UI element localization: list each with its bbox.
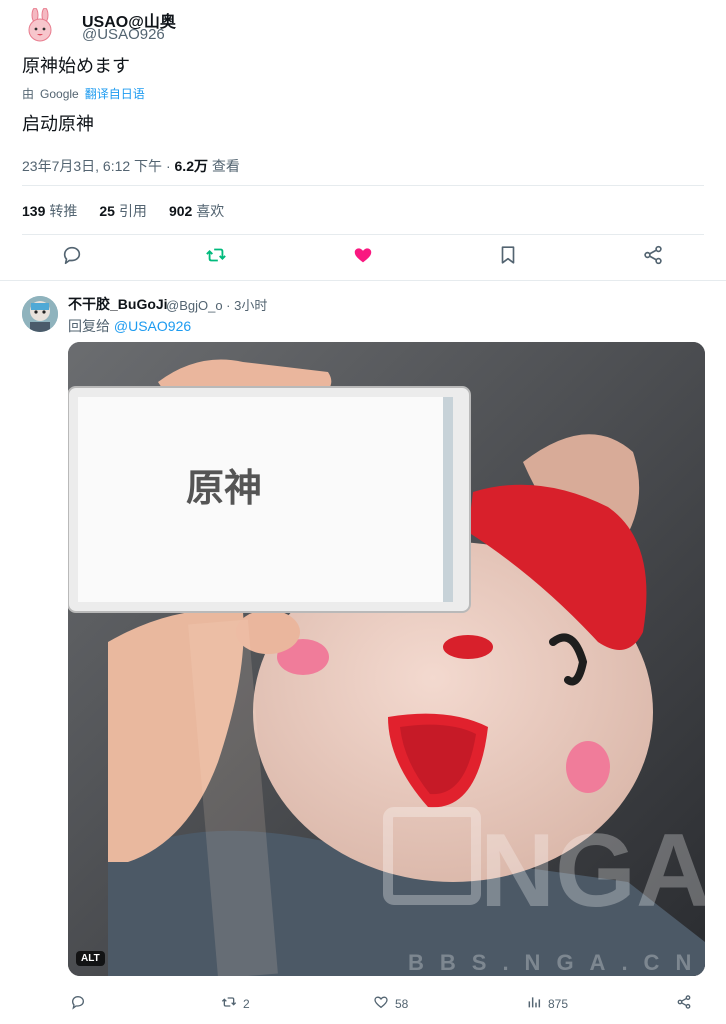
google-logo: Google [40, 87, 79, 101]
tweet-action-bar [0, 244, 726, 270]
likes-stat[interactable]: 902 喜欢 [169, 201, 224, 221]
heart-icon [373, 994, 389, 1013]
retweet-icon[interactable] [205, 244, 227, 266]
heart-icon[interactable] [352, 244, 374, 266]
user-handle[interactable]: @USAO926 [82, 26, 165, 43]
reply-icon [70, 994, 86, 1013]
translation-attribution: 由 Google 翻译自日语 [22, 85, 145, 102]
retweet-icon [221, 994, 237, 1013]
reply-display-name[interactable]: 不干胶_BuGoJi [68, 294, 168, 314]
timestamp[interactable]: 23年7月3日, 6:12 下午 · [22, 158, 175, 174]
translated-from-link[interactable]: 翻译自日语 [85, 85, 145, 102]
translate-by-label: 由 [22, 87, 35, 101]
avatar[interactable] [22, 296, 58, 332]
quotes-count: 25 [99, 203, 115, 219]
share-icon[interactable] [642, 244, 664, 266]
share-button[interactable] [676, 994, 692, 1013]
views-label: 查看 [207, 158, 240, 174]
translated-text: 启动原神 [22, 114, 94, 134]
retweets-stat[interactable]: 139 转推 [22, 201, 77, 221]
phone-screen-logo: 原神 [186, 468, 263, 510]
likes-count: 902 [168, 203, 193, 219]
like-count: 58 [395, 996, 409, 1011]
alt-badge[interactable]: ALT [76, 951, 105, 966]
google-brand-text: Google [40, 86, 79, 101]
retweets-label: 转推 [49, 203, 78, 219]
watermark-logo: NGA [480, 813, 705, 929]
reply-handle[interactable]: @BgjO_o · 3小时 [166, 295, 267, 314]
replying-to: 回复给 @USAO926 [68, 316, 191, 336]
quotes-stat[interactable]: 25 引用 [99, 201, 147, 221]
divider [22, 185, 704, 186]
reply-button[interactable] [70, 994, 86, 1013]
retweet-count: 2 [243, 996, 250, 1011]
reply-photo[interactable]: 原神 NGA BBS.NGA.CN ALT [68, 342, 705, 976]
share-icon [676, 994, 692, 1013]
views-count: 875 [548, 996, 569, 1011]
divider [0, 280, 726, 281]
watermark-site: BBS.NGA.CN [408, 950, 705, 975]
likes-label: 喜欢 [196, 203, 225, 219]
bunny-avatar-icon[interactable] [22, 7, 58, 44]
quotes-label: 引用 [118, 203, 147, 219]
bookmark-icon[interactable] [497, 244, 519, 266]
reply-icon[interactable] [61, 244, 83, 266]
views-count: 6.2万 [174, 158, 208, 174]
retweet-button[interactable]: 2 [221, 994, 250, 1013]
views-icon [526, 994, 542, 1013]
tweet-text: 原神始めます [22, 56, 130, 76]
retweets-count: 139 [22, 203, 46, 219]
like-button[interactable]: 58 [373, 994, 408, 1013]
divider [22, 234, 704, 235]
engagement-stats: 139 转推 25 引用 902 喜欢 [22, 201, 224, 221]
tweet-metadata: 23年7月3日, 6:12 下午 · 6.2万 查看 [22, 156, 240, 176]
reply-mention-link[interactable]: @USAO926 [114, 318, 191, 334]
reply-prefix: 回复给 [68, 318, 114, 334]
views-button[interactable]: 875 [526, 994, 568, 1013]
reply-action-bar: 2 58 875 [0, 994, 726, 1018]
